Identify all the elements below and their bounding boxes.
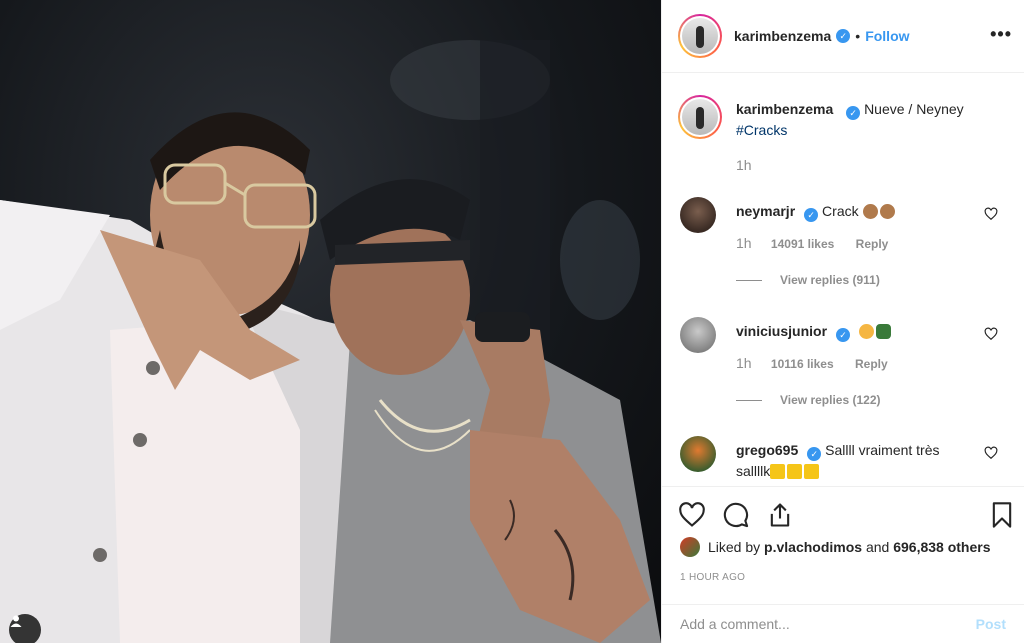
- post-details-panel: karimbenzema ✓ • Follow ••• karimbenzema…: [661, 0, 1024, 643]
- view-replies-button[interactable]: View replies (911): [736, 273, 880, 287]
- comment-username[interactable]: grego695: [736, 442, 798, 458]
- comment-likes[interactable]: 14091 likes: [771, 237, 834, 251]
- hashtag-link[interactable]: #Cracks: [736, 120, 996, 140]
- comment-time: 1h: [736, 235, 752, 251]
- caption-username[interactable]: karimbenzema: [736, 101, 833, 117]
- liked-by-prefix: Liked by: [708, 539, 761, 555]
- verified-badge-icon: ✓: [846, 106, 861, 120]
- user-tag-icon: [10, 615, 22, 627]
- lightning-icon: [804, 464, 820, 479]
- comment-time: 1h: [736, 355, 752, 371]
- liked-by-and: and: [865, 539, 890, 555]
- verified-badge-icon: ✓: [836, 328, 851, 342]
- comment-avatar[interactable]: [680, 197, 716, 233]
- heart-icon[interactable]: [984, 327, 998, 341]
- comment-username[interactable]: viniciusjunior: [736, 323, 827, 339]
- author-username[interactable]: karimbenzema: [734, 28, 831, 44]
- comment-avatar[interactable]: [680, 317, 716, 353]
- heart-icon[interactable]: [984, 446, 998, 460]
- verified-badge-icon: ✓: [836, 29, 851, 43]
- clapping-hands-icon: [879, 204, 895, 219]
- action-bar: [662, 486, 1024, 542]
- comment-username[interactable]: neymarjr: [736, 203, 795, 219]
- add-comment-bar: Post: [662, 604, 1024, 643]
- bookmark-icon[interactable]: [988, 501, 1016, 529]
- lightning-icon: [787, 464, 803, 479]
- liker-avatar[interactable]: [680, 537, 700, 557]
- comment-icon[interactable]: [722, 501, 750, 529]
- more-options-icon[interactable]: •••: [990, 24, 1012, 45]
- soccer-cleat-icon: [875, 324, 891, 339]
- separator-dot: •: [855, 28, 861, 44]
- post-caption: karimbenzema ✓ Nueve / Neyney #Cracks: [678, 95, 996, 140]
- post-header: karimbenzema ✓ • Follow •••: [662, 0, 1024, 73]
- heart-icon[interactable]: [678, 501, 706, 529]
- view-replies-button[interactable]: View replies (122): [736, 393, 881, 407]
- post-photo[interactable]: [0, 0, 661, 643]
- author-avatar[interactable]: [678, 14, 722, 58]
- caption-avatar[interactable]: [678, 95, 722, 139]
- caption-time: 1h: [736, 157, 752, 173]
- post-comment-button[interactable]: Post: [976, 616, 1006, 632]
- reply-button[interactable]: Reply: [856, 237, 889, 251]
- user-tag-button[interactable]: [9, 614, 41, 643]
- comment-likes[interactable]: 10116 likes: [771, 357, 834, 371]
- follow-button[interactable]: Follow: [865, 28, 909, 44]
- heart-icon[interactable]: [984, 207, 998, 221]
- post-timestamp: 1 HOUR AGO: [680, 572, 746, 583]
- photo-illustration: [0, 40, 661, 643]
- liked-by-summary: Liked by p.vlachodimos and 696,838 other…: [680, 537, 991, 557]
- liked-by-user[interactable]: p.vlachodimos: [764, 539, 862, 555]
- comments-section[interactable]: karimbenzema ✓ Nueve / Neyney #Cracks 1h…: [662, 73, 1024, 486]
- add-comment-input[interactable]: [680, 616, 976, 632]
- caption-text: Nueve / Neyney: [864, 101, 964, 117]
- star-struck-face-icon: [858, 324, 874, 339]
- comment-text: Crack: [822, 203, 859, 219]
- share-icon[interactable]: [766, 501, 794, 529]
- clapping-hands-icon: [862, 204, 878, 219]
- comment-avatar[interactable]: [680, 436, 716, 472]
- reply-button[interactable]: Reply: [855, 357, 888, 371]
- lightning-icon: [770, 464, 786, 479]
- verified-badge-icon: ✓: [807, 447, 822, 461]
- liked-by-others[interactable]: 696,838 others: [893, 539, 990, 555]
- verified-badge-icon: ✓: [804, 208, 819, 222]
